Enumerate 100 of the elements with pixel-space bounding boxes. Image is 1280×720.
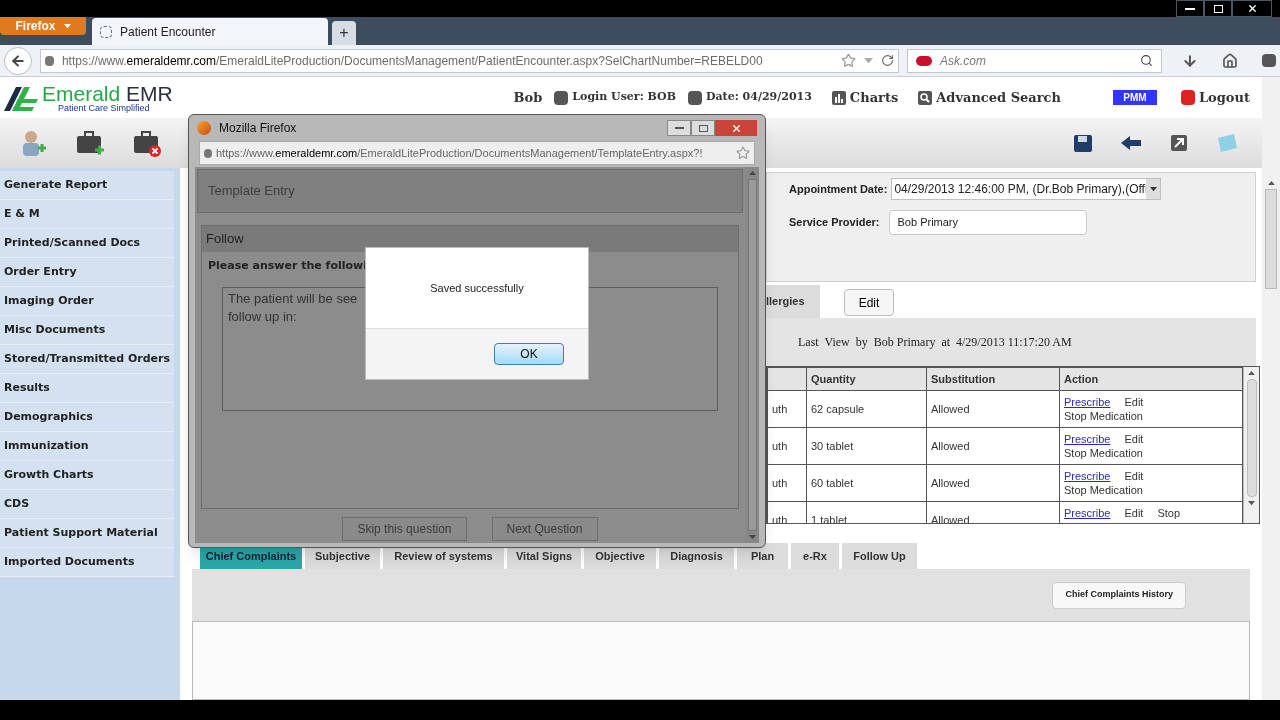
table-cell: 60 tablet — [806, 464, 927, 502]
scroll-up-icon[interactable] — [1248, 371, 1255, 376]
action-link[interactable]: Stop — [1157, 506, 1181, 520]
ok-button[interactable]: OK — [494, 343, 564, 365]
add-case-icon[interactable] — [75, 128, 105, 158]
address-bar[interactable]: https://www.emeraldemr.com/EmeraldLiteProduction/DocumentsManagement/PatientEncounter.aspx?SelChartNumber=REBELD00 — [39, 48, 899, 73]
action-link[interactable]: Edit — [1124, 506, 1144, 520]
url-text[interactable]: https://www.emeraldemr.com/EmeraldLiteProduction/DocumentsManagement/PatientEncounter.aspx?SelChartNumber=REBELD00 — [61, 51, 833, 70]
maximize-icon[interactable] — [691, 120, 715, 136]
table-cell: Allowed — [926, 427, 1060, 465]
last-view-bar: Last View by Bob Primary at 4/29/2013 11:17:20 AM — [766, 318, 1256, 366]
action-link[interactable]: Stop Medication — [1064, 446, 1143, 460]
reload-icon[interactable] — [880, 54, 894, 67]
sidebar-item[interactable]: Imported Documents — [0, 548, 174, 577]
caret-icon[interactable] — [1149, 186, 1157, 192]
dropdown-button[interactable] — [1146, 179, 1161, 199]
header-link[interactable]: Charts — [849, 87, 899, 108]
prescribe-link[interactable]: Prescribe — [1064, 469, 1111, 483]
scroll-down-icon[interactable] — [1248, 501, 1255, 506]
appointment-select[interactable]: 04/29/2013 12:46:00 PM, (Dr.Bob Primary),(Offi — [891, 178, 1162, 200]
sidebar-item[interactable]: Printed/Scanned Docs — [0, 229, 174, 258]
bookmark-star-icon[interactable] — [736, 146, 750, 160]
table-cell: uth — [767, 464, 807, 502]
scrollbar-thumb[interactable] — [1265, 189, 1277, 290]
new-tab-button[interactable]: + — [332, 21, 356, 45]
action-link[interactable]: Edit — [1124, 432, 1144, 446]
sidebar-item[interactable]: Generate Report — [0, 171, 174, 200]
close-icon[interactable] — [1232, 0, 1272, 17]
sidebar-item[interactable]: Order Entry — [0, 258, 174, 287]
logout-link[interactable]: Logout — [1198, 87, 1250, 108]
sidebar-item[interactable]: Results — [0, 374, 174, 403]
scrollbar-thumb[interactable] — [747, 179, 757, 531]
browser-tab[interactable]: Patient Encounter — [92, 18, 328, 45]
tab[interactable]: e-Rx — [791, 543, 839, 569]
column-header: Quantity — [806, 367, 927, 391]
back-button[interactable] — [4, 46, 32, 75]
field-label: Service Provider: — [789, 215, 880, 231]
page-scrollbar[interactable] — [1262, 77, 1280, 700]
provider-field[interactable]: Bob Primary — [888, 210, 1087, 235]
sidebar-item[interactable]: E & M — [0, 200, 174, 229]
action-link[interactable]: Edit — [1124, 469, 1144, 483]
scrollbar-thumb[interactable] — [1246, 379, 1257, 498]
sidebar-item[interactable]: Patient Support Material — [0, 519, 174, 548]
tab[interactable]: Follow Up — [842, 543, 917, 569]
search-field[interactable]: Ask.com — [906, 48, 1163, 73]
pmm-button[interactable]: PMM — [1112, 90, 1157, 105]
scroll-down-icon[interactable] — [748, 534, 756, 539]
sidebar-item[interactable]: Misc Documents — [0, 316, 174, 345]
template-header: Template Entry — [197, 169, 743, 213]
user-name: Bob — [513, 88, 543, 107]
table-cell: 62 capsule — [806, 390, 927, 428]
section-title: Follow — [202, 226, 738, 252]
search-icon[interactable] — [1140, 54, 1154, 67]
popup-title: Mozilla Firefox — [219, 120, 297, 137]
table-cell: 30 tablet — [806, 427, 927, 465]
prescribe-link[interactable]: Prescribe — [1064, 432, 1111, 446]
sidebar-item[interactable]: Stored/Transmitted Orders — [0, 345, 174, 374]
logo-icon — [4, 84, 38, 111]
current-date: Date: 04/29/2013 — [705, 89, 812, 106]
scroll-up-icon[interactable] — [748, 171, 756, 176]
scroll-up-icon[interactable] — [1267, 181, 1275, 186]
sidebar-item[interactable]: Growth Charts — [0, 461, 174, 490]
scrollbar[interactable] — [1243, 367, 1259, 523]
home-icon[interactable] — [1222, 52, 1239, 69]
column-header: Substitution — [926, 367, 1060, 391]
login-user: Login User: BOB — [572, 89, 676, 106]
section-tab[interactable]: llergies — [766, 285, 820, 318]
remove-case-icon[interactable] — [132, 128, 162, 158]
bookmark-star-icon[interactable] — [840, 53, 856, 68]
sidebar-item[interactable]: Imaging Order — [0, 287, 174, 316]
sidebar-item[interactable]: Immunization — [0, 432, 174, 461]
tab-title: Patient Encounter — [120, 23, 216, 41]
table-cell: uth — [767, 501, 807, 523]
sidebar-item[interactable]: Demographics — [0, 403, 174, 432]
restore-icon[interactable] — [1204, 0, 1232, 17]
table-cell: uth — [767, 390, 807, 428]
scrollbar[interactable] — [745, 167, 759, 543]
page-icon — [100, 25, 112, 38]
search-engine-icon[interactable] — [915, 55, 932, 66]
question-text: Please answer the followi — [208, 258, 368, 274]
table-cell: uth — [767, 427, 807, 465]
logo-tagline: Patient Care Simplified — [57, 103, 151, 113]
field-label: Appointment Date: — [789, 181, 888, 197]
edit-button[interactable]: Edit — [844, 289, 894, 316]
sidebar-item[interactable]: CDS — [0, 490, 174, 519]
history-button[interactable]: Chief Complaints History — [1052, 581, 1186, 609]
table-cell: Allowed — [926, 464, 1060, 502]
prescribe-link[interactable]: Prescribe — [1064, 506, 1111, 520]
column-header: Action — [1059, 367, 1243, 391]
search-icon[interactable] — [918, 90, 933, 105]
header-link[interactable]: Advanced Search — [936, 87, 1061, 108]
prescribe-link[interactable]: Prescribe — [1064, 395, 1111, 409]
table-cell: Allowed — [926, 390, 1060, 428]
action-link[interactable]: Edit — [1124, 395, 1144, 409]
firefox-icon — [197, 121, 211, 135]
action-link[interactable]: Stop Medication — [1064, 409, 1143, 423]
minimize-icon[interactable] — [1176, 0, 1204, 17]
action-link[interactable]: Stop Medication — [1064, 483, 1143, 497]
bar-chart-icon[interactable] — [831, 90, 846, 105]
logo-title: Emerald EMR — [42, 82, 173, 104]
